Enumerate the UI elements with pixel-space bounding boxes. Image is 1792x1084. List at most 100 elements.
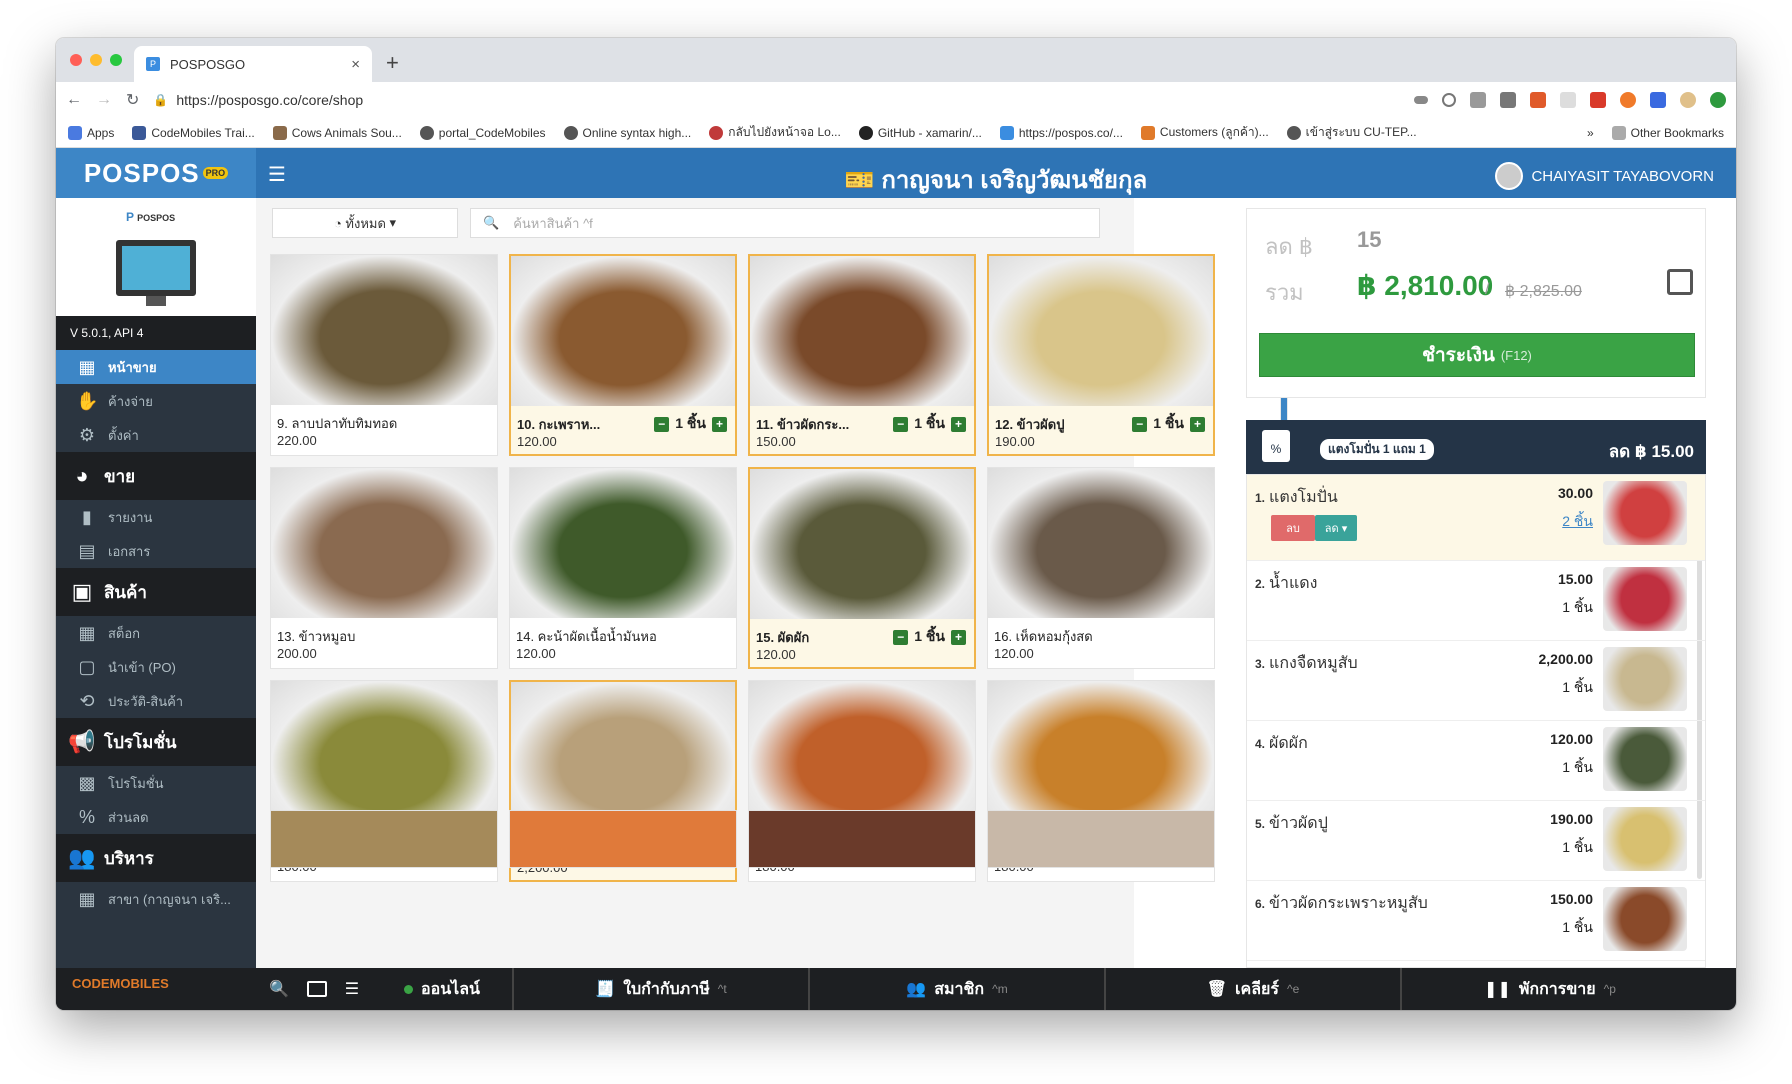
bookmark-item[interactable]: เข้าสู่ระบบ CU-TEP... (1286, 123, 1417, 142)
minus-icon[interactable]: − (654, 416, 670, 432)
bookmark-item[interactable]: Online syntax high... (563, 125, 691, 140)
product-card-partial[interactable] (509, 810, 737, 868)
product-card-partial[interactable] (270, 810, 498, 868)
discount-value[interactable]: 15 (1357, 227, 1381, 253)
sidebar-item[interactable]: ▮ รายงาน (56, 500, 256, 534)
sidebar-group[interactable]: ▣ สินค้า (56, 568, 256, 616)
code-ext-icon[interactable] (1500, 92, 1516, 108)
order-item-name: 1. แตงโมปั่น (1255, 485, 1338, 510)
product-card[interactable]: 9. ลาบปลาทับทิมทอด 220.00 (270, 254, 498, 456)
sidebar-item[interactable]: ▩ โปรโมชั่น (56, 766, 256, 800)
list-view-icon[interactable]: ☰ (345, 979, 359, 999)
star-icon[interactable] (1442, 93, 1456, 107)
user-menu[interactable]: CHAIYASIT TAYABOVORN (1495, 162, 1714, 190)
plus-icon[interactable]: + (951, 629, 966, 645)
product-card[interactable]: 10. กะเพราห... 120.00 −1 ชิ้น + (509, 254, 737, 456)
tab-close-icon[interactable]: × (351, 56, 360, 73)
sidebar-item[interactable]: ✋ ค้างจ่าย (56, 384, 256, 418)
browser-tab[interactable]: P POSPOSGO × (134, 46, 372, 82)
product-card-partial[interactable] (748, 810, 976, 868)
minus-icon[interactable]: − (893, 629, 909, 645)
bookmark-item[interactable]: GitHub - xamarin/... (858, 125, 982, 140)
sidebar-item[interactable]: ▢ นำเข้า (PO) (56, 650, 256, 684)
plus-icon[interactable]: + (1190, 416, 1205, 432)
plus-icon[interactable]: + (951, 416, 966, 432)
forward-icon[interactable]: → (96, 91, 112, 109)
sidebar-item[interactable]: ⚙ ตั้งค่า (56, 418, 256, 452)
delete-item-button[interactable]: ลบ (1271, 515, 1315, 541)
category-filter[interactable]: ◔ ทั้งหมด ▾ (272, 208, 458, 238)
maximize-window-button[interactable] (110, 54, 122, 66)
key-icon[interactable] (1414, 96, 1428, 104)
pay-button[interactable]: ชำระเงิน (F12) (1259, 333, 1695, 377)
sidebar-group[interactable]: 👥 บริหาร (56, 834, 256, 882)
green-ext-icon[interactable] (1710, 92, 1726, 108)
order-item[interactable]: 5. ข้าวผัดปู 190.00 1 ชิ้น (1247, 801, 1705, 881)
megaphone-icon: 📢 (68, 729, 96, 754)
brand-logo[interactable]: POSPOS PRO (56, 148, 256, 198)
off-ext-icon[interactable] (1530, 92, 1546, 108)
product-card[interactable]: 14. คะน้าผัดเนื้อน้ำมันหอย 120.00 (509, 467, 737, 669)
close-window-button[interactable] (70, 54, 82, 66)
camera-icon[interactable] (1470, 92, 1486, 108)
more-bookmarks[interactable]: » (1587, 126, 1594, 140)
bookmark-item[interactable]: Cows Animals Sou... (272, 125, 402, 140)
sidebar-item[interactable]: ▦ สาขา (กาญจนา เจริ... (56, 882, 256, 916)
bookmark-apps[interactable]: Apps (68, 125, 114, 140)
product-card[interactable]: 13. ข้าวหมูอบ 200.00 (270, 467, 498, 669)
sidebar-group[interactable]: 📢 โปรโมชั่น (56, 718, 256, 766)
product-card[interactable]: 11. ข้าวผัดกระ... 150.00 −1 ชิ้น + (748, 254, 976, 456)
sidebar-item[interactable]: % ส่วนลด (56, 800, 256, 834)
blue-ext-icon[interactable] (1650, 92, 1666, 108)
blank-ext-icon[interactable] (1560, 92, 1576, 108)
monitor-view-icon[interactable] (306, 981, 327, 997)
minimize-window-button[interactable] (90, 54, 102, 66)
order-item[interactable]: 1. แตงโมปั่น 30.00 2 ชิ้น ลบ ลด ▾ (1247, 475, 1705, 561)
bookmark-item[interactable]: กลับไปยังหน้าจอ Lo... (709, 123, 841, 142)
bookmark-item[interactable]: CodeMobiles Trai... (132, 125, 255, 140)
minus-icon[interactable]: − (1132, 416, 1148, 432)
sidebar-item[interactable]: ▦ สต็อก (56, 616, 256, 650)
url-text: https://posposgo.co/core/shop (176, 92, 364, 108)
sidebar-item-label: ประวัติ-สินค้า (108, 693, 184, 709)
pause-sale-button[interactable]: ❚❚ พักการขาย ^p (1402, 968, 1698, 1010)
orange-ext-icon[interactable] (1620, 92, 1636, 108)
sidebar-group[interactable]: ◕ ขาย (56, 452, 256, 500)
item-discount-button[interactable]: ลด ▾ (1315, 515, 1357, 541)
bookmark-item[interactable]: Customers (ลูกค้า)... (1140, 123, 1269, 142)
profile-icon[interactable] (1680, 92, 1696, 108)
sidebar-item[interactable]: ⟲ ประวัติ-สินค้า (56, 684, 256, 718)
tax-invoice-button[interactable]: 🧾 ใบกำกับภาษี ^t (514, 968, 810, 1010)
sidebar-item[interactable]: ▤ เอกสาร (56, 534, 256, 568)
minus-icon[interactable]: − (893, 416, 909, 432)
reload-icon[interactable]: ↻ (126, 90, 139, 110)
product-price: 190.00 (995, 434, 1035, 449)
address-row: ← → ↻ 🔒 https://posposgo.co/core/shop (56, 82, 1736, 118)
order-item[interactable]: 4. ผัดผัก 120.00 1 ชิ้น (1247, 721, 1705, 801)
red-ext-icon[interactable] (1590, 92, 1606, 108)
bookmark-item[interactable]: portal_CodeMobiles (419, 125, 546, 140)
product-card-partial[interactable] (987, 810, 1215, 868)
product-search[interactable]: 🔍 ค้นหาสินค้า ^f (470, 208, 1100, 238)
order-item-qty[interactable]: 2 ชิ้น (1562, 511, 1593, 533)
order-item[interactable]: 2. น้ำแดง 15.00 1 ชิ้น (1247, 561, 1705, 641)
promotion-tag[interactable]: แตงโมปั่น 1 แถม 1 (1320, 439, 1434, 460)
product-card[interactable]: 12. ข้าวผัดปู 190.00 −1 ชิ้น + (987, 254, 1215, 456)
address-bar[interactable]: 🔒 https://posposgo.co/core/shop (153, 85, 1400, 115)
plus-icon[interactable]: + (712, 416, 727, 432)
order-item[interactable]: 6. ข้าวผัดกระเพราะหมูสับ 150.00 1 ชิ้น (1247, 881, 1705, 961)
order-item[interactable]: 3. แกงจืดหมูสับ 2,200.00 1 ชิ้น (1247, 641, 1705, 721)
edit-icon[interactable] (1667, 269, 1693, 295)
new-tab-button[interactable]: + (386, 50, 399, 76)
other-bookmarks[interactable]: Other Bookmarks (1611, 125, 1724, 140)
bookmark-item[interactable]: https://pospos.co/... (999, 125, 1123, 140)
clear-button[interactable]: 🗑 เคลียร์ ^e (1106, 968, 1402, 1010)
product-image (271, 255, 497, 405)
search-icon[interactable]: 🔍 (269, 979, 289, 999)
member-button[interactable]: 👥 สมาชิก ^m (810, 968, 1106, 1010)
product-card[interactable]: 15. ผัดผัก 120.00 −1 ชิ้น + (748, 467, 976, 669)
sidebar-item[interactable]: ▦ หน้าขาย (56, 350, 256, 384)
product-card[interactable]: 16. เห็ดหอมกุ้งสด 120.00 (987, 467, 1215, 669)
back-icon[interactable]: ← (66, 91, 82, 109)
product-name: 16. เห็ดหอมกุ้งสด (994, 629, 1093, 644)
